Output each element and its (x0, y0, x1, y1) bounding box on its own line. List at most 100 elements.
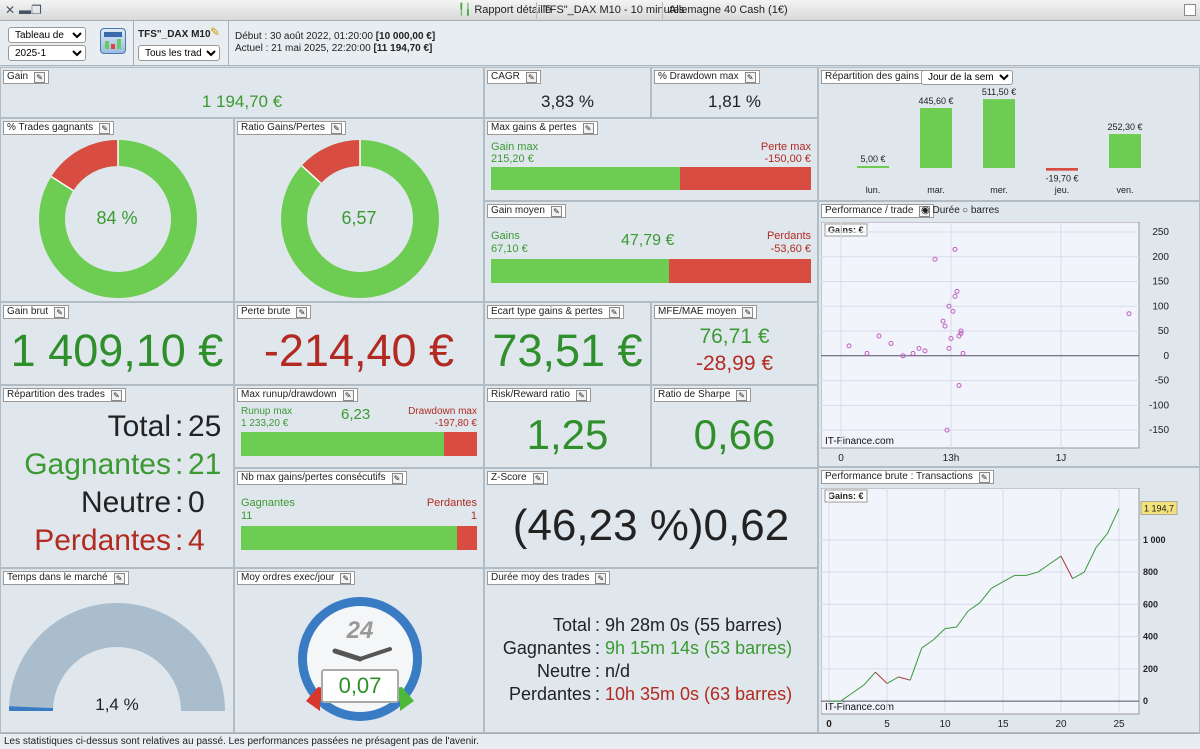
bar-mar. (920, 108, 952, 168)
pin-icon[interactable]: ✎ (110, 389, 122, 401)
pin-icon[interactable]: ✎ (99, 122, 111, 134)
radio-bars[interactable]: ○ barres (962, 205, 999, 216)
radio-duration[interactable]: ◉ Durée (921, 205, 960, 216)
clock-number: 24 (346, 617, 374, 644)
last-value: 1 194,7 (1144, 504, 1174, 514)
std-dev-panel: Ecart type gains & pertes ✎ 73,51 € (484, 302, 651, 385)
gain-panel: Gain ✎ 1 194,70 € (0, 67, 484, 118)
drawdown-max-panel: % Drawdown max ✎ 1,81 % (651, 67, 818, 118)
pin-icon[interactable]: ✎ (608, 306, 620, 318)
x-tick: 20 (1055, 719, 1067, 730)
time-in-market-value: 1,4 % (95, 695, 139, 714)
pin-icon[interactable]: ✎ (340, 572, 352, 584)
maximize-icon[interactable] (1184, 4, 1196, 16)
x-tick: 5 (884, 719, 890, 730)
strategy-name: TFS"_DAX M10 (138, 29, 211, 40)
y-tick: -100 (1149, 400, 1169, 411)
y-tick: 400 (1143, 632, 1158, 642)
perf-gross-linechart: Gains: €IT-Finance.com1 0008006004002000… (821, 488, 1178, 730)
pin-icon[interactable]: ✎ (582, 122, 594, 134)
calendar-icon[interactable] (100, 28, 126, 54)
pin-icon[interactable]: ✎ (54, 306, 66, 318)
close-icon[interactable]: ✕ (5, 3, 15, 17)
perf-trade-scatter: Gains: € IT-Finance.com 250 200 150 100 50 0 -50… (821, 222, 1169, 464)
x-tick: 10 (939, 719, 951, 730)
pin-icon[interactable]: ✎ (296, 306, 308, 318)
time-in-market-panel: Temps dans le marché ✎ 1,4 % (0, 568, 234, 733)
ratio-loss-arc (301, 140, 361, 184)
y-tick: 150 (1152, 277, 1169, 288)
avg-gain-panel: Gain moyen ✎ Gains 67,10 € 47,79 € Perdan… (484, 201, 818, 302)
y-tick: 100 (1152, 301, 1169, 312)
start-info: Début : 30 août 2022, 01:20:00 [10 000,0… (235, 31, 436, 42)
pin-icon[interactable]: ✎ (744, 71, 756, 83)
minimize-icon[interactable]: ▬ (19, 3, 31, 17)
y-tick: 800 (1143, 567, 1158, 577)
edit-icon[interactable]: ✎ (210, 25, 220, 39)
max-loss-bar (680, 167, 811, 190)
pin-icon[interactable]: ✎ (525, 71, 537, 83)
pin-icon[interactable]: ✎ (113, 572, 125, 584)
perf-trade-panel: Performance / trade ✎ ◉ Durée ○ barres Ga… (818, 201, 1200, 467)
gross-gain-value: 1 409,10 € (10, 325, 224, 376)
pin-icon[interactable]: ✎ (342, 389, 354, 401)
y-tick: 600 (1143, 599, 1158, 609)
pin-icon[interactable]: ✎ (550, 205, 562, 217)
period-select[interactable]: 2025-1 (8, 45, 86, 61)
mfe-value: 76,71 € (699, 325, 770, 348)
pin-icon[interactable]: ✎ (575, 389, 587, 401)
consecutive-panel: Nb max gains/pertes consécutifs ✎ Gagnant… (234, 468, 484, 568)
cagr-panel: CAGR ✎ 3,83 % (484, 67, 651, 118)
bar-label: 5,00 € (860, 154, 885, 164)
pin-icon[interactable]: ✎ (391, 472, 403, 484)
y-tick: 250 (1152, 227, 1169, 238)
pct-winning-value: 84 % (96, 208, 138, 228)
weekday-bar-chart: 5,00 € lun. 445,60 € mar. 511,50 € mer. -19,70… (857, 87, 1143, 195)
bar-lun. (857, 166, 889, 168)
pin-icon[interactable]: ✎ (736, 389, 748, 401)
gain-distribution-panel: Répartition des gains✎ Jour de la semain… (818, 67, 1200, 201)
max-gains-losses-panel: Max gains & pertes ✎ Gain max 215,20 € Pe… (484, 118, 818, 201)
restore-icon[interactable]: ❐ (31, 3, 42, 17)
pin-icon[interactable]: ✎ (34, 71, 46, 83)
bar-mer. (983, 99, 1015, 168)
avg-orders-panel: Moy ordres exec/jour ✎ 24 0,07 (234, 568, 484, 733)
pin-icon[interactable]: ✎ (532, 472, 544, 484)
sharpe-value: 0,66 (693, 411, 776, 458)
bar-ven. (1109, 134, 1141, 168)
pin-icon[interactable]: ✎ (742, 306, 754, 318)
consecutive-loss-bar (457, 526, 477, 550)
bar-category: lun. (866, 185, 881, 195)
risk-reward-value: 1,25 (526, 411, 609, 458)
disclaimer-footer: Les statistiques ci-dessus sont relative… (0, 733, 1200, 749)
avg-orders-value: 0,07 (321, 669, 399, 703)
pin-icon[interactable]: ✎ (330, 122, 342, 134)
y-tick: 0 (1163, 351, 1169, 362)
bar-label: 511,50 € (982, 87, 1016, 97)
y-tick: -150 (1149, 425, 1169, 436)
std-dev-value: 73,51 € (492, 325, 643, 376)
axis-title: Gains: € (828, 225, 864, 235)
sharpe-panel: Ratio de Sharpe ✎ 0,66 (651, 385, 818, 468)
x-tick: 15 (997, 719, 1009, 730)
max-gain-bar (491, 167, 680, 190)
x-tick: 0 (838, 453, 844, 464)
y-tick: 200 (1143, 664, 1158, 674)
drawdown-bar (444, 432, 477, 456)
perf-gross-panel: Performance brute : Transactions ✎ Gains:… (818, 467, 1200, 733)
pin-icon[interactable]: ✎ (978, 471, 990, 483)
avg-gain-bar (491, 259, 669, 283)
bar-label: 445,60 € (918, 96, 953, 106)
instrument-title: Allemagne 40 Cash (1€) (662, 2, 794, 19)
runup-bar (241, 432, 444, 456)
bar-label: -19,70 € (1045, 174, 1078, 184)
view-select[interactable]: Tableau de bord (8, 27, 86, 43)
x-tick: 1J (1056, 453, 1067, 464)
bar-category: ven. (1116, 185, 1133, 195)
winning-loss-arc (51, 140, 119, 192)
gain-distribution-select[interactable]: Jour de la semaine (921, 70, 1013, 85)
cagr-value: 3,83 % (541, 92, 594, 111)
trades-filter-select[interactable]: Tous les trades (138, 45, 220, 61)
pin-icon[interactable]: ✎ (595, 572, 607, 584)
zscore-value: (46,23 %)0,62 (512, 501, 790, 550)
